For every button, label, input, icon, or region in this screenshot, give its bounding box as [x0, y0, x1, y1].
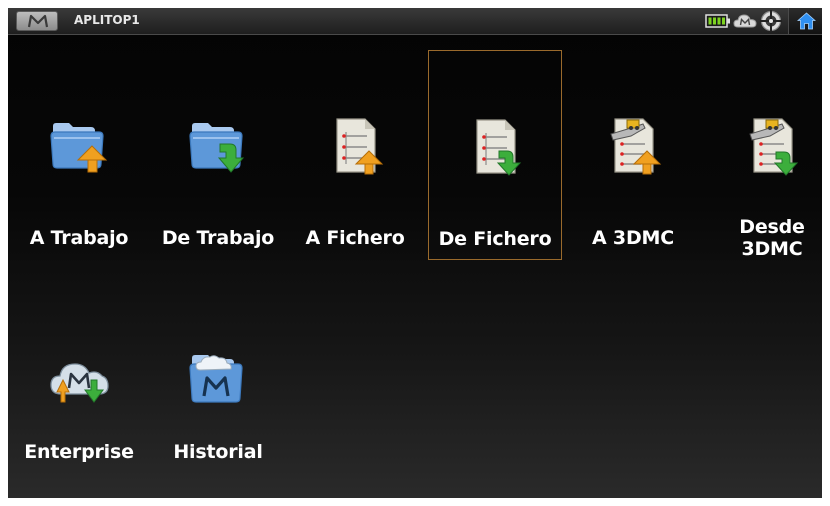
tile-label: Historial: [173, 441, 263, 463]
tile-de-trabajo[interactable]: De Trabajo: [151, 50, 285, 260]
tile-historial[interactable]: Historial: [151, 298, 285, 498]
tile-a-fichero[interactable]: A Fichero: [288, 50, 422, 260]
tile-desde-3dmc[interactable]: Desde 3DMC: [705, 50, 822, 260]
3dmc-download-icon: [749, 118, 799, 176]
tile-label: A 3DMC: [592, 227, 674, 249]
title-bar: APLITOP1: [8, 8, 822, 35]
m-logo-icon: [27, 14, 49, 28]
home-button[interactable]: [788, 8, 822, 34]
tile-a-trabajo[interactable]: A Trabajo: [12, 50, 146, 260]
history-folder-icon: [189, 355, 243, 403]
menu-button[interactable]: [16, 11, 58, 31]
tile-a-3dmc[interactable]: A 3DMC: [566, 50, 700, 260]
app-title: APLITOP1: [74, 13, 140, 27]
tile-label: A Fichero: [305, 227, 405, 249]
tile-label: De Fichero: [438, 228, 552, 250]
tile-label: Desde 3DMC: [739, 216, 805, 260]
file-download-icon: [476, 119, 522, 176]
file-upload-icon: [336, 118, 384, 175]
tile-label: De Trabajo: [161, 227, 275, 249]
folder-upload-icon: [50, 123, 108, 173]
device-screen: APLITOP1 A Trabajo De Trabajo A Fichero …: [8, 8, 822, 498]
battery-icon: [705, 14, 730, 28]
home-icon: [797, 12, 816, 30]
3dmc-upload-icon: [610, 118, 662, 175]
tile-de-fichero[interactable]: De Fichero: [428, 50, 562, 260]
folder-download-icon: [189, 123, 245, 173]
cloud-m-icon: [733, 14, 757, 28]
tile-label: A Trabajo: [29, 227, 129, 249]
cloud-sync-icon: [50, 363, 109, 403]
tile-enterprise[interactable]: Enterprise: [12, 298, 146, 498]
gps-crosshair-icon: [760, 10, 782, 32]
tile-label: Enterprise: [24, 441, 134, 463]
